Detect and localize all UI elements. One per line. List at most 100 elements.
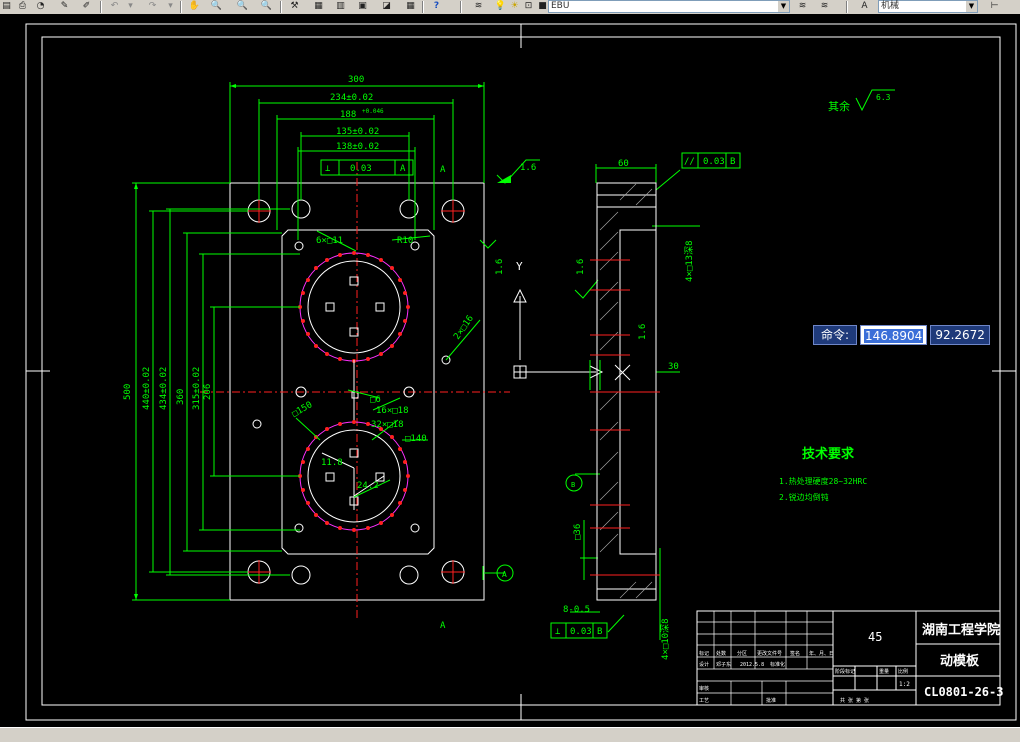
zoom-window-icon[interactable]: 🔍: [236, 1, 249, 12]
roughness-rest-value: 6.3: [876, 93, 891, 102]
part-name: 动模板: [940, 653, 980, 669]
dim-r10: R10: [397, 236, 413, 246]
tb-jieduan: 阶段标记: [835, 668, 855, 675]
sheet-set-icon[interactable]: ▣: [356, 1, 369, 12]
dim-style-icon[interactable]: ⊢: [988, 1, 1001, 12]
coord-y-input[interactable]: 92.2672: [930, 325, 990, 345]
markup-icon[interactable]: ◪: [380, 1, 393, 12]
tech-req-item-1: 1.热处理硬度28~32HRC: [779, 476, 867, 486]
toolbar-separator: [280, 1, 282, 13]
paintbrush-icon[interactable]: ✐: [80, 1, 93, 12]
dim-4x13: 4×□13深8: [684, 240, 695, 282]
drawing-svg: 300 234±0.02 188 +0.046 135±0.02 138±0.0…: [25, 23, 1017, 721]
roughness-1-6-a: 1.6: [520, 163, 536, 173]
tb-chushu: 处数: [716, 650, 726, 657]
text-style-combo-value: 机械: [881, 1, 900, 11]
tool-palettes-icon[interactable]: ▥: [334, 1, 347, 12]
tb-bili: 比例: [898, 668, 908, 675]
dim-16x18: 16×□18: [376, 406, 409, 416]
layer-on-icon[interactable]: 💡: [494, 1, 507, 12]
undo-dropdown-icon[interactable]: ▾: [124, 1, 137, 12]
help-icon[interactable]: ?: [430, 1, 443, 12]
school-name: 湖南工程学院: [922, 622, 1000, 638]
open-icon[interactable]: ▤: [0, 1, 13, 12]
dim-side-30: 30: [668, 362, 679, 372]
scale-value: 1:2: [899, 681, 910, 688]
tb-gong-zhang: 共 张 第 张: [840, 697, 869, 704]
text-style-icon[interactable]: A: [858, 1, 871, 12]
gdt-perp2-value: 0.03: [570, 627, 592, 637]
layer-manager-icon[interactable]: ≋: [472, 1, 485, 12]
match-properties-icon[interactable]: ✎: [58, 1, 71, 12]
dim-315: 315±0.02: [192, 367, 202, 410]
roughness-1-6-b: 1.6: [495, 259, 505, 275]
tb-gongyi: 工艺: [699, 698, 709, 704]
design-center-icon[interactable]: ▦: [312, 1, 325, 12]
dim-300: 300: [348, 75, 364, 85]
dim-32x18: 32×□18: [371, 420, 404, 430]
tb-sheji: 设计: [699, 661, 709, 668]
gdt-perp-ref: A: [400, 164, 406, 174]
zoom-realtime-icon[interactable]: 🔍: [210, 1, 223, 12]
layer-previous-icon[interactable]: ≋: [818, 1, 831, 12]
dim-500: 500: [123, 384, 133, 400]
chevron-down-icon[interactable]: ▼: [778, 1, 789, 12]
toolbar-separator: [100, 1, 102, 13]
calculator-icon[interactable]: ▦: [404, 1, 417, 12]
roughness-rest-label: 其余: [828, 99, 850, 113]
tb-qianming: 签名: [790, 650, 800, 657]
tb-gengai: 更改文件号: [757, 650, 782, 657]
dim-206: 206: [203, 384, 213, 400]
model-space-canvas[interactable]: 300 234±0.02 188 +0.046 135±0.02 138±0.0…: [0, 14, 1020, 727]
command-prompt-label: 命令:: [813, 325, 858, 345]
gdt-parallel-symbol: //: [684, 157, 695, 167]
coord-x-value: 146.8904: [864, 329, 924, 343]
dim-c6: □6: [370, 395, 381, 405]
text-style-combo[interactable]: 机械 ▼: [878, 0, 978, 13]
plot-icon[interactable]: ⎙: [16, 1, 29, 12]
preview-icon[interactable]: ◔: [34, 1, 47, 12]
status-bar: [0, 727, 1020, 742]
gdt-perp-value: 0.03: [350, 164, 372, 174]
chevron-down-icon[interactable]: ▼: [966, 1, 977, 12]
roughness-1-6-d: 1.6: [638, 324, 648, 340]
layer-combo-value: EBU: [551, 1, 570, 11]
inner-frame: [41, 36, 1001, 706]
tb-designer: 邓子东: [716, 661, 731, 668]
tb-shenhe: 审核: [699, 685, 709, 692]
toolbar-separator: [180, 1, 182, 13]
toolbar-separator: [422, 1, 424, 13]
dim-side-60: 60: [618, 159, 629, 169]
drawing-number: CL0801-26-3: [924, 685, 1003, 699]
tech-req-title: 技术要求: [802, 446, 855, 462]
zoom-previous-icon[interactable]: 🔍: [260, 1, 273, 12]
datum-a: A: [502, 570, 507, 579]
make-current-icon[interactable]: ≋: [796, 1, 809, 12]
gdt-perp-symbol: ⊥: [325, 164, 331, 174]
dimension-lines: [132, 82, 700, 640]
tb-pizhun: 批准: [766, 697, 776, 704]
layer-freeze-icon[interactable]: ☀: [508, 1, 521, 12]
dim-36: □36: [573, 524, 583, 540]
plate-section-view: [513, 182, 660, 601]
axis-y-label: Y: [516, 260, 523, 273]
dim-234: 234±0.02: [330, 93, 373, 103]
coord-x-input[interactable]: 146.8904: [860, 325, 928, 345]
properties-icon[interactable]: ⚒: [288, 1, 301, 12]
redo-icon[interactable]: ↷: [146, 1, 159, 12]
undo-icon[interactable]: ↶: [108, 1, 121, 12]
material-value: 45: [868, 630, 882, 644]
layer-combo[interactable]: EBU ▼: [548, 0, 790, 13]
gdt-perp2-symbol: ⊥: [555, 627, 561, 637]
dim-8-05: 8-0.5: [563, 605, 590, 615]
pan-icon[interactable]: ✋: [188, 1, 201, 12]
tb-zhongliang: 重量: [879, 668, 889, 675]
tb-sheji-date: 2012.5.8: [740, 662, 764, 668]
layer-lock-icon[interactable]: ⊡: [522, 1, 535, 12]
dynamic-input-tooltip: 命令: 146.8904 92.2672: [813, 325, 990, 345]
redo-dropdown-icon[interactable]: ▾: [164, 1, 177, 12]
toolbar-separator: [846, 1, 848, 13]
gdt-texts: ⊥ 0.03 A // 0.03 B ⊥ 0.03 B: [325, 157, 735, 637]
dim-138: 138±0.02: [336, 142, 379, 152]
dim-135: 135±0.02: [336, 127, 379, 137]
